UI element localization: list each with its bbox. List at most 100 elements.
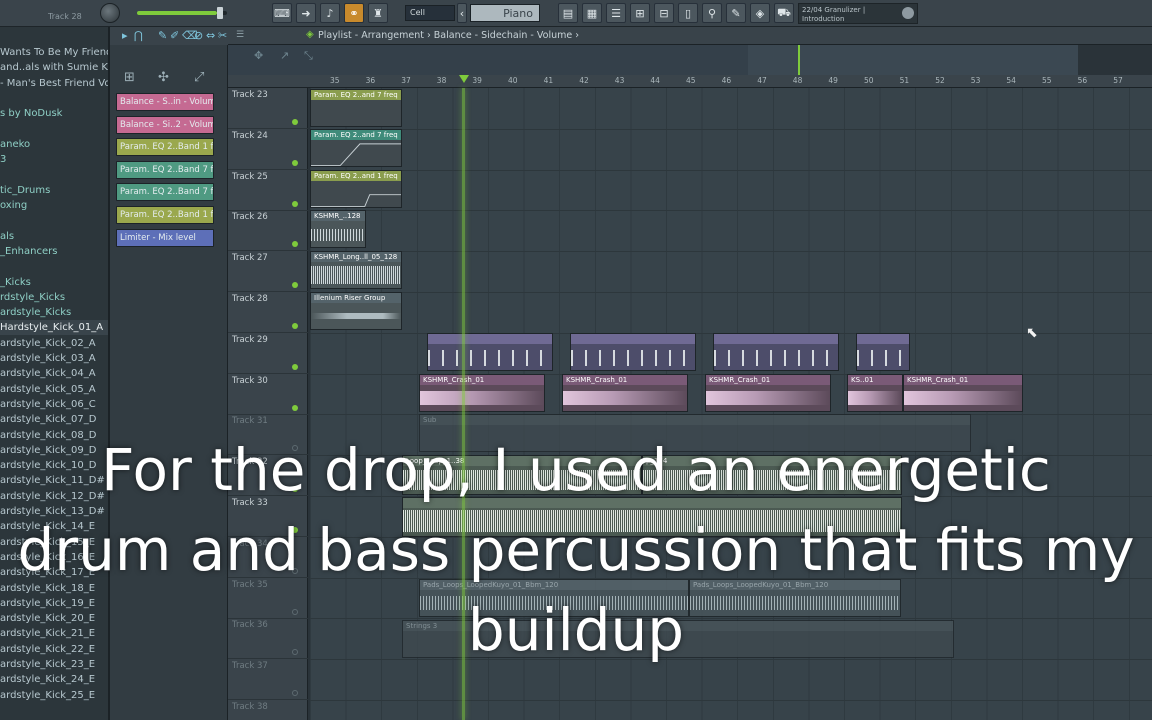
pencil-icon[interactable]: ✎ (158, 29, 167, 42)
tree-icon[interactable]: ✣ (158, 70, 169, 85)
browser-item[interactable] (0, 91, 108, 106)
track-header[interactable]: Track 28 (228, 292, 308, 333)
hamburger-icon[interactable]: ☰ (236, 30, 244, 40)
arrow-right-icon[interactable]: ➜ (296, 3, 316, 23)
clip-track-25[interactable]: Param. EQ 2..and 1 freq (310, 170, 402, 208)
browser-item[interactable]: ardstyle_Kick_04_A (0, 366, 108, 381)
browser-item[interactable]: ardstyle_Kick_05_A (0, 382, 108, 397)
file-icon[interactable]: ▯ (678, 3, 698, 23)
curve-icon[interactable]: ⤢ (194, 70, 204, 85)
browser-item[interactable] (0, 213, 108, 228)
browser-item[interactable]: ardstyle_Kick_06_C (0, 397, 108, 412)
browser-item[interactable]: oxing (0, 198, 108, 213)
track-mute-led[interactable] (292, 404, 298, 411)
track-mute-led[interactable] (292, 323, 298, 329)
track-header[interactable]: Track 25 (228, 170, 308, 211)
clip-track-30-d[interactable]: KS..01 (847, 374, 903, 412)
instrument-select[interactable]: Piano (470, 4, 540, 22)
cart-icon[interactable]: ⛟ (774, 3, 794, 23)
slip-icon[interactable]: ⇔ (206, 29, 215, 42)
arrangement-icon[interactable]: ◈ (306, 29, 314, 40)
browser-item[interactable]: _Kicks (0, 275, 108, 290)
track-mute-led[interactable] (292, 241, 298, 248)
browser-item[interactable]: ardstyle_Kick_24_E (0, 672, 108, 687)
automation-clip-item[interactable]: Balance - S..in - Volume (116, 93, 214, 111)
clip-track-23[interactable]: Param. EQ 2..and 7 freq (310, 89, 402, 127)
automation-clip-item[interactable]: Param. EQ 2..Band 7 freq (116, 160, 214, 179)
browser-item[interactable]: rdstyle_Kicks (0, 290, 108, 305)
clip-track-29-c[interactable] (713, 333, 839, 371)
browser-item[interactable]: - Man's Best Friend Vol. 1 (0, 76, 108, 91)
playhead-marker[interactable] (459, 75, 469, 83)
paint-icon[interactable]: ✐ (170, 29, 179, 42)
track-header[interactable]: Track 30 (228, 374, 308, 415)
track-header[interactable]: Track 27 (228, 251, 308, 293)
typing-keyboard-icon[interactable]: ⌨ (272, 3, 292, 23)
browser-item[interactable]: ardstyle_Kick_07_D (0, 412, 108, 427)
record-icon[interactable]: ♜ (368, 3, 388, 23)
browser-item[interactable]: s by NoDusk (0, 106, 108, 121)
clip-track-24[interactable]: Param. EQ 2..and 7 freq (310, 129, 402, 167)
automation-clip-item[interactable]: Param. EQ 2..Band 1 freq (116, 138, 214, 157)
track-header[interactable]: Track 24 (228, 129, 308, 170)
metronome-icon[interactable]: ♪ (320, 3, 340, 23)
browser-item[interactable]: aneko (0, 137, 108, 152)
track-header[interactable]: Track 38 (228, 700, 308, 720)
link-icon[interactable]: ⚭ (344, 3, 364, 23)
plugin-icon[interactable]: ⚲ (702, 3, 722, 23)
browser-item[interactable]: tic_Drums (0, 183, 108, 198)
drag-icon[interactable]: ↗ (280, 49, 289, 62)
browser-item[interactable] (0, 259, 108, 274)
scroll-icon[interactable]: ✥ (254, 49, 263, 62)
globe-icon[interactable] (902, 7, 914, 19)
clip-track-27[interactable]: KSHMR_Long..ll_05_128 (310, 251, 402, 289)
clip-track-29-d[interactable] (856, 333, 910, 371)
automation-clip-item[interactable]: Limiter - Mix level (116, 228, 214, 247)
track-mute-led[interactable] (292, 159, 298, 166)
zoom-icon[interactable]: ⤡ (304, 49, 313, 63)
speaker-icon[interactable]: ◈ (750, 3, 770, 23)
slice-icon[interactable]: ✂ (218, 29, 227, 42)
clip-track-29-b[interactable] (570, 333, 696, 371)
clip-track-29-a[interactable] (427, 333, 553, 371)
track-header[interactable]: Track 26 (228, 210, 308, 252)
browser-item[interactable]: Wants To Be My Friend (0, 45, 108, 60)
browser-item[interactable]: _Enhancers (0, 244, 108, 259)
track-mute-led[interactable] (292, 363, 298, 370)
track-mute-led[interactable] (292, 119, 298, 125)
browser-item[interactable]: ardstyle_Kick_25_E (0, 688, 108, 703)
clip-track-30-e[interactable]: KSHMR_Crash_01 (903, 374, 1023, 412)
piano-roll-icon[interactable]: ▦ (582, 3, 602, 23)
mute-icon[interactable]: ⊘ (194, 29, 203, 42)
track-header[interactable]: Track 23 (228, 88, 308, 129)
timeline-ruler[interactable]: 35 36 37 38 39 40 41 42 43 44 45 46 47 48 49 50 51 52 53 54… (310, 75, 1152, 88)
browser-icon[interactable]: ⊟ (654, 3, 674, 23)
master-volume-handle[interactable] (217, 7, 223, 19)
clip-track-26[interactable]: KSHMR_..128 (310, 210, 366, 248)
browser-item[interactable]: Hardstyle_Kick_01_A (0, 320, 108, 336)
clip-track-30-a[interactable]: KSHMR_Crash_01 (419, 374, 545, 412)
prev-preset-icon[interactable]: ‹ (457, 3, 467, 23)
browser-item[interactable]: als (0, 229, 108, 244)
browser-item[interactable]: 3 (0, 152, 108, 167)
snap-select[interactable]: Cell (405, 5, 455, 21)
browser-item[interactable]: and..als with Sumie Kaneko (0, 60, 108, 75)
browser-item[interactable] (0, 122, 108, 137)
clip-track-28[interactable]: Illenium Riser Group (310, 292, 402, 330)
track-mute-led[interactable] (292, 282, 298, 289)
pattern-icon[interactable]: ⊞ (124, 70, 135, 85)
track-header[interactable]: Track 29 (228, 333, 308, 374)
master-volume-slider[interactable] (137, 7, 227, 19)
master-pitch-knob[interactable] (100, 3, 120, 23)
tuner-icon[interactable]: ✎ (726, 3, 746, 23)
automation-clip-item[interactable]: Param. EQ 2..Band 1 freq (116, 206, 214, 224)
browser-item[interactable]: ardstyle_Kick_02_A (0, 336, 108, 351)
play-arrow-icon[interactable]: ▸ (122, 29, 128, 42)
clip-track-30-c[interactable]: KSHMR_Crash_01 (705, 374, 831, 412)
track-mute-led[interactable] (292, 690, 298, 697)
track-mute-led[interactable] (292, 200, 298, 207)
browser-item[interactable] (0, 167, 108, 182)
channel-rack-icon[interactable]: ☰ (606, 3, 626, 23)
browser-item[interactable]: ardstyle_Kick_03_A (0, 351, 108, 366)
mixer-icon[interactable]: ⊞ (630, 3, 650, 23)
